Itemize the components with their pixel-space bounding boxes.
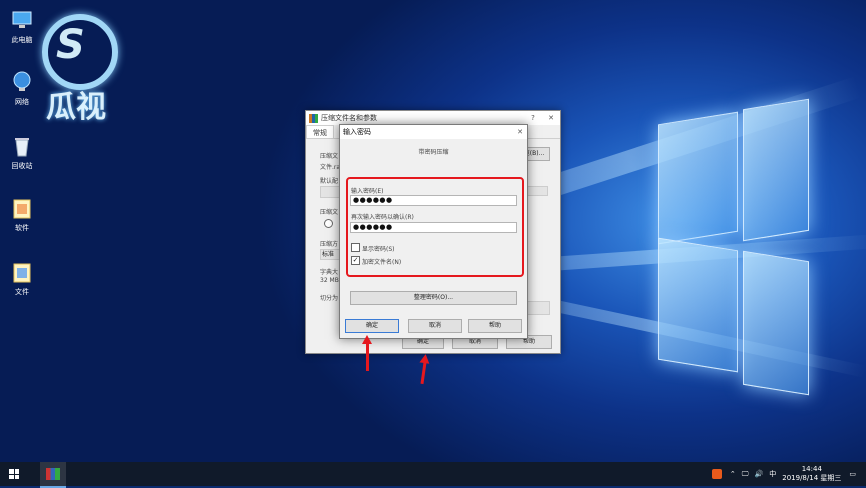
method-label: 压缩方 xyxy=(320,241,339,248)
annotation-arrow xyxy=(362,335,372,371)
taskbar: ⌃ 🖵 🔊 中 14:44 2019/8/14 星期三 ▭ xyxy=(0,462,866,488)
archive-name-label: 压缩文 xyxy=(320,153,339,160)
desktop-icon-recycle-bin[interactable]: 回收站 xyxy=(2,134,42,171)
system-tray: ⌃ 🖵 🔊 中 14:44 2019/8/14 星期三 ▭ xyxy=(711,462,866,486)
windows-logo-pane xyxy=(743,250,809,396)
organize-passwords-button[interactable]: 整理密码(O)... xyxy=(350,291,517,305)
folder-icon xyxy=(10,260,34,284)
clock[interactable]: 14:44 2019/8/14 星期三 xyxy=(782,465,841,483)
desktop-icon-computer[interactable]: 此电脑 xyxy=(2,8,42,45)
sogou-icon[interactable] xyxy=(711,469,722,479)
default-profile-label: 默认配 xyxy=(320,178,339,185)
recycle-bin-icon xyxy=(10,134,34,158)
desktop-icon-label: 此电脑 xyxy=(11,36,33,44)
folder-icon xyxy=(10,196,34,220)
network-icon[interactable]: 🖵 xyxy=(742,470,749,479)
dictionary-value[interactable]: 32 MB xyxy=(320,277,339,284)
dialog-help-button[interactable]: 帮助 xyxy=(468,319,522,333)
clock-time: 14:44 xyxy=(801,465,822,473)
dialog-subtitle: 带密码压缩 xyxy=(418,149,449,156)
desktop-icon-label: 网络 xyxy=(15,98,29,106)
windows-icon xyxy=(9,469,19,479)
windows-logo-pane xyxy=(658,111,738,245)
computer-icon xyxy=(10,8,34,32)
windows-logo-pane xyxy=(743,98,809,242)
desktop-icon-files[interactable]: 文件 xyxy=(2,260,42,297)
chevron-up-icon[interactable]: ⌃ xyxy=(730,470,736,478)
windows-logo-pane xyxy=(658,237,738,373)
notification-icon[interactable]: ▭ xyxy=(849,470,856,478)
clock-date: 2019/8/14 星期三 xyxy=(782,474,842,482)
tab-general[interactable]: 常规 xyxy=(306,125,334,138)
close-icon[interactable]: ✕ xyxy=(513,128,527,136)
help-title-button[interactable]: ? xyxy=(524,114,542,122)
split-label: 切分为 xyxy=(320,295,339,302)
dialog-title: 输入密码 xyxy=(343,128,371,136)
ime-indicator[interactable]: 中 xyxy=(769,469,776,479)
start-button[interactable] xyxy=(0,462,28,486)
network-icon xyxy=(10,70,34,94)
dictionary-label: 字典大 xyxy=(320,269,339,276)
desktop-icon-software[interactable]: 软件 xyxy=(2,196,42,233)
watermark-logo: S 瓜视 xyxy=(40,14,118,125)
desktop-icon-label: 文件 xyxy=(15,288,29,296)
dialog-cancel-button[interactable]: 取消 xyxy=(408,319,462,333)
close-button[interactable]: ✕ xyxy=(542,114,560,122)
archive-name-value: 文件.ra xyxy=(320,164,341,171)
rar-format-radio[interactable] xyxy=(324,219,333,228)
desktop-icon-label: 软件 xyxy=(15,224,29,232)
dialog-title-bar[interactable]: 输入密码 ✕ xyxy=(340,125,527,139)
format-label: 压缩文 xyxy=(320,209,339,216)
taskbar-winrar[interactable] xyxy=(40,462,66,488)
title-bar[interactable]: 压缩文件名和参数 ? ✕ xyxy=(306,111,560,125)
annotation-highlight-box xyxy=(346,177,524,277)
winrar-icon xyxy=(46,468,60,480)
desktop-icon-network[interactable]: 网络 xyxy=(2,70,42,107)
winrar-icon xyxy=(309,113,318,123)
volume-icon[interactable]: 🔊 xyxy=(755,470,764,478)
desktop-icon-label: 回收站 xyxy=(11,162,33,170)
dialog-ok-button[interactable]: 确定 xyxy=(345,319,399,333)
window-title: 压缩文件名和参数 xyxy=(321,114,377,122)
watermark-text: 瓜视 xyxy=(46,90,106,125)
